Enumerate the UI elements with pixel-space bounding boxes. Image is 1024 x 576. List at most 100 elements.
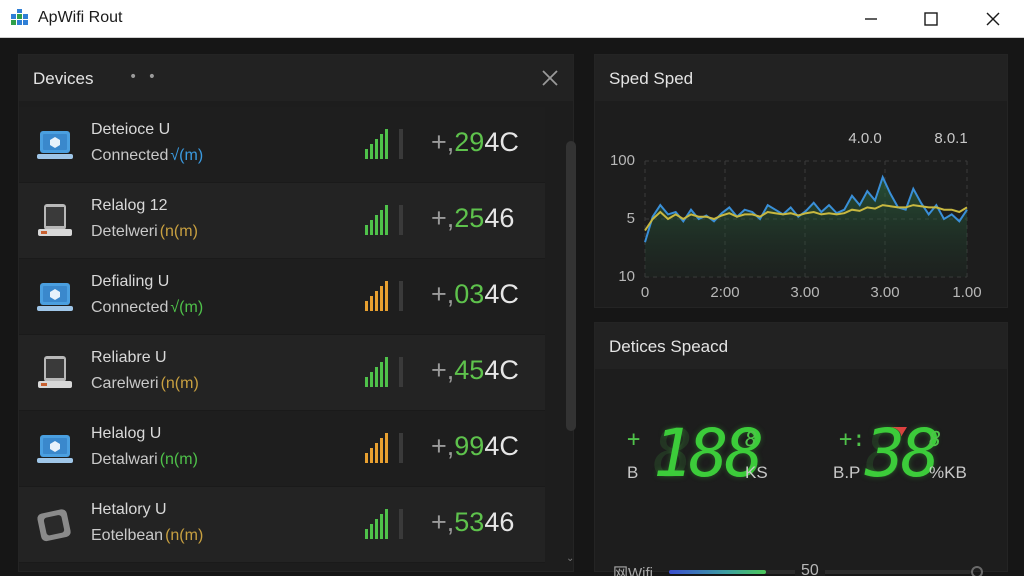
speed-panel-header: Sped Sped [595,55,1007,101]
scrollbar-thumb[interactable] [566,141,576,431]
devices-panel: Devices • • Deteioce U Connected √(m) +,294… [18,54,576,572]
app-logo-icon [11,9,28,25]
right-readout-super: 8 [929,427,942,451]
speed-chart: 1005100 2:00 3.00 3.00 1.004.0.0 8.0.1 [610,130,982,301]
device-status-tag: (n(m) [160,375,199,392]
close-panel-icon[interactable] [539,67,561,89]
device-value: +,994C [431,431,519,462]
device-list: Deteioce U Connected √(m) +,294C Relalog 12 D… [19,107,545,563]
device-status: Connected √(m) [91,147,203,165]
right-readout-label-right: %KB [929,463,967,482]
device-status-text: Detelweri [91,223,158,240]
device-row[interactable]: Helalog U Detalwari (n(m) +,994C [19,411,545,487]
right-readout-prefix: +: [839,427,866,452]
speed-panel: Sped Sped 100 5 10 0 2:00 3.00 3.00 1.00 4.0.0 8.… [594,54,1008,308]
close-icon [986,12,1000,26]
left-readout-label-left: B [627,463,639,482]
device-value-prefix: +, [431,355,455,385]
device-name: Relalog 12 [91,197,168,214]
chart-top-label: 8.0.1 [934,130,967,147]
device-value-suffix: 4C [484,279,519,309]
wifi-label: 网Wifi [613,565,653,576]
chart-area-fill [645,177,967,277]
device-status-text: Eotelbean [91,527,164,544]
left-readout-label-right: KS [745,463,768,482]
signal-strength-icon [365,357,403,387]
device-name: Reliabre U [91,349,167,366]
device-name: Defialing U [91,273,170,290]
device-status: Connected √(m) [91,299,203,317]
laptop-icon [37,435,73,463]
title-bar: ApWifi Rout [0,0,1024,38]
device-status-text: Connected [91,299,169,316]
device-status-text: Detalwari [91,451,158,468]
left-readout-prefix: + [627,427,641,452]
panel-dots: • • [129,69,159,85]
device-value-main: 45 [454,355,485,385]
device-status-tag: (n(m) [165,527,204,544]
device-status-tag: (n(m) [159,451,198,468]
device-value-main: 53 [454,507,485,537]
signal-strength-icon [365,509,403,539]
device-name: Helalog U [91,425,162,442]
device-value-main: 25 [454,203,485,233]
chart-top-label: 4.0.0 [848,130,881,147]
laptop-icon [37,131,73,159]
chart-y-tick-label: 10 [618,268,635,285]
device-value-suffix: 4C [484,355,519,385]
device-value-main: 03 [454,279,485,309]
device-status-tag: √(m) [170,147,204,164]
device-row[interactable]: Relalog 12 Detelweri (n(m) +,2546 [19,183,545,259]
chart-x-tick-label: 3.00 [790,284,819,301]
right-readout-digits: 38 [865,415,941,492]
signal-strength-icon [365,281,403,311]
device-value: +,034C [431,279,519,310]
device-value-prefix: +, [431,203,455,233]
device-value-suffix: 46 [484,203,515,233]
device-value: +,294C [431,127,519,158]
device-row[interactable]: Reliabre U Carelweri (n(m) +,454C [19,335,545,411]
device-value-prefix: +, [431,431,455,461]
wifi-slider-knob[interactable] [971,566,983,576]
chart-x-tick-label: 2:00 [710,284,739,301]
device-row[interactable]: Hetalory U Eotelbean (n(m) +,5346 [19,487,545,563]
laptop-icon [37,283,73,311]
device-status: Detelweri (n(m) [91,223,198,241]
minimize-icon [865,18,877,20]
device-speed-panel-title: Detices Speacd [609,337,729,356]
devices-panel-header: Devices • • [19,55,573,101]
device-value: +,5346 [431,507,514,538]
device-value: +,2546 [431,203,514,234]
signal-strength-icon [365,205,403,235]
chart-y-tick-label: 100 [610,152,635,169]
close-window-button[interactable] [970,0,1016,38]
maximize-button[interactable] [908,0,954,38]
device-status-tag: √(m) [170,299,204,316]
minimize-button[interactable] [848,0,894,38]
device-value-prefix: +, [431,279,455,309]
device-row[interactable]: Deteioce U Connected √(m) +,294C [19,107,545,183]
device-speed-panel-header: Detices Speacd [595,323,1007,369]
devices-panel-title: Devices [33,69,94,88]
maximize-icon [924,12,938,26]
wifi-slider-fill [669,570,766,574]
window-title: ApWifi Rout [38,9,123,26]
chart-x-tick-label: 1.00 [952,284,981,301]
chart-x-tick-label: 3.00 [870,284,899,301]
device-value-main: 29 [454,127,485,157]
left-readout-super: 8 [745,427,758,451]
device-status: Detalwari (n(m) [91,451,198,469]
device-status-text: Carelweri [91,375,159,392]
main-area: Devices • • Deteioce U Connected √(m) +,294… [0,38,1024,576]
device-value-suffix: 4C [484,431,519,461]
phone-icon [38,356,72,388]
device-value-prefix: +, [431,127,455,157]
device-row[interactable]: Defialing U Connected √(m) +,034C [19,259,545,335]
signal-strength-icon [365,433,403,463]
scroll-down-icon[interactable]: ⌄ [566,553,574,564]
signal-strength-icon [365,129,403,159]
device-status: Carelweri (n(m) [91,375,199,393]
device-status-tag: (n(m) [159,223,198,240]
device-value-suffix: 4C [484,127,519,157]
device-speed-panel: Detices Speacd + 888 188 8 B KS +: 88 38… [594,322,1008,576]
